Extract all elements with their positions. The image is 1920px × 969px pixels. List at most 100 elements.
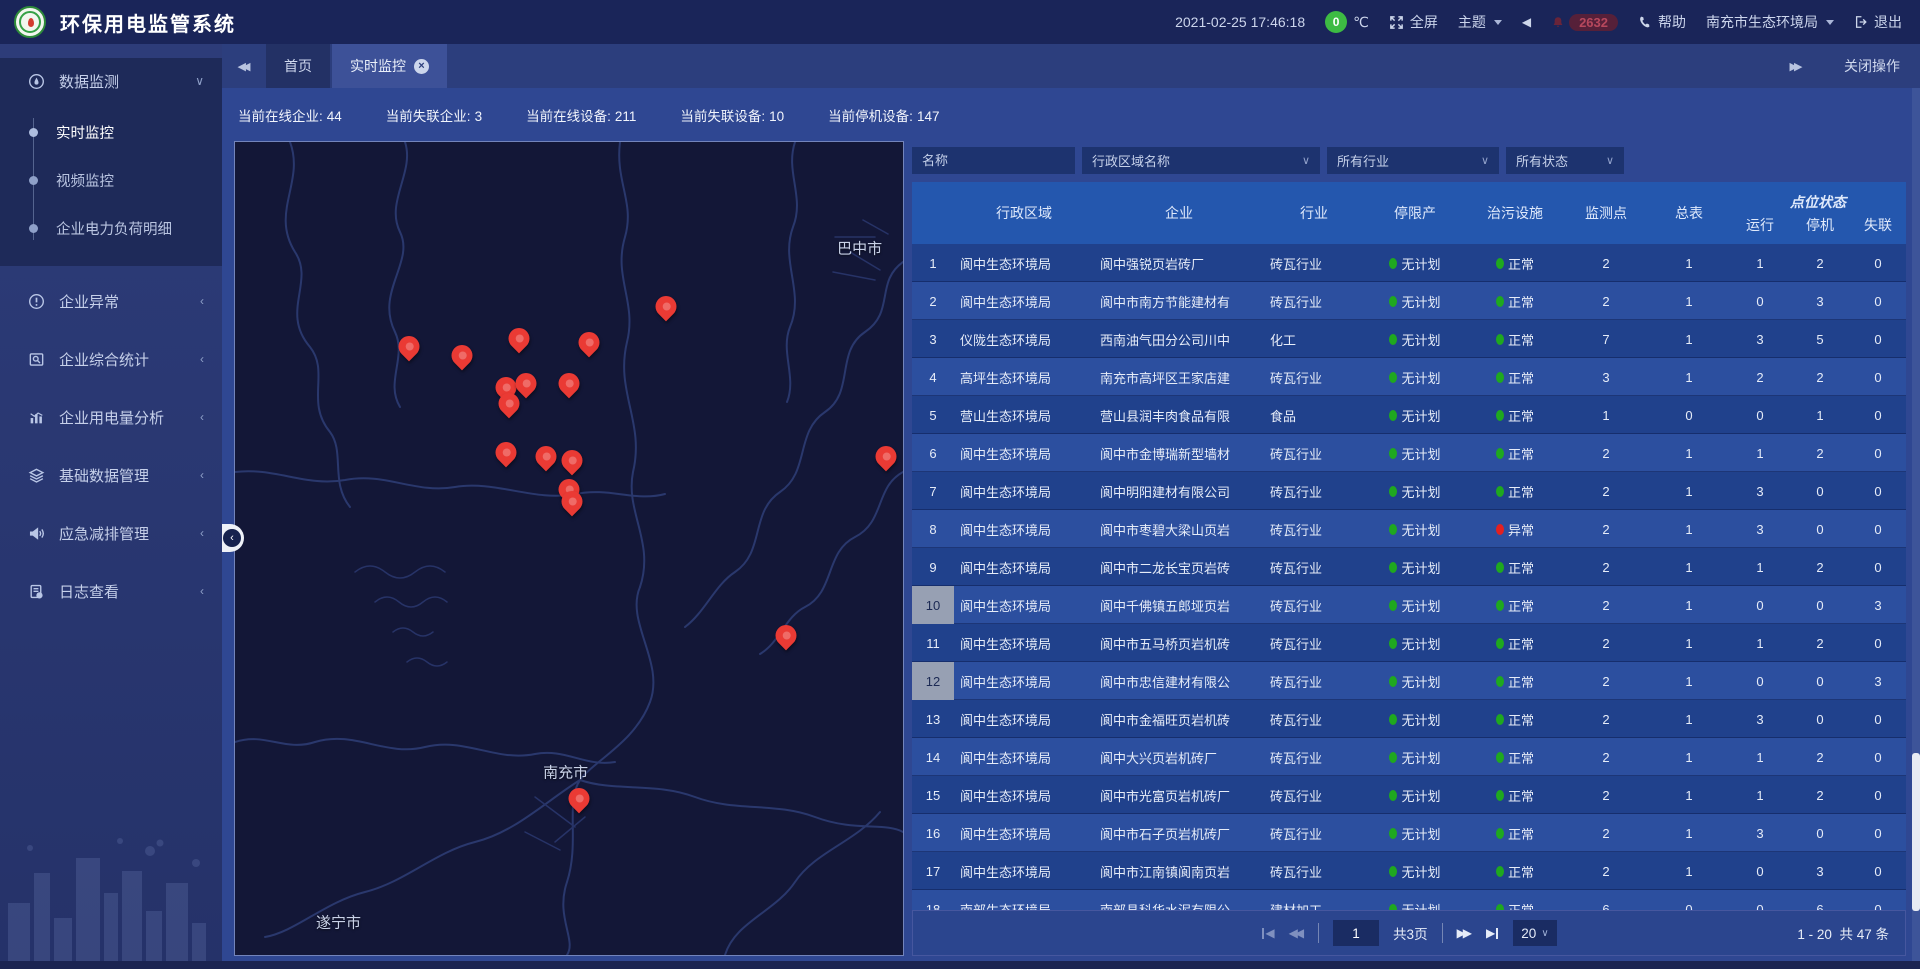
table-row[interactable]: 9阆中生态环境局阆中市二龙长宝页岩砖砖瓦行业无计划正常21120: [912, 548, 1906, 586]
sidebar-item-1[interactable]: 企业异常‹: [0, 278, 222, 324]
table-row[interactable]: 10阆中生态环境局阆中千佛镇五郎垭页岩砖瓦行业无计划正常21003: [912, 586, 1906, 624]
green-dot-icon: [1389, 524, 1397, 535]
sidebar-subitem-0[interactable]: 实时监控: [0, 108, 222, 156]
table-row[interactable]: 7阆中生态环境局阆中明阳建材有限公司砖瓦行业无计划正常21300: [912, 472, 1906, 510]
next-page-button[interactable]: ▶▶: [1457, 926, 1472, 940]
tabs-scroll-right-button[interactable]: ▶▶: [1774, 60, 1818, 73]
table-row[interactable]: 5营山生态环境局营山县润丰肉食品有限食品无计划正常10010: [912, 396, 1906, 434]
cell-rownum: 12: [912, 662, 954, 700]
cell-points: 2: [1564, 776, 1648, 814]
table-row[interactable]: 8阆中生态环境局阆中市枣碧大梁山页岩砖瓦行业无计划异常21300: [912, 510, 1906, 548]
last-page-button[interactable]: ▶: [1486, 926, 1499, 940]
col-limit: 停限产: [1364, 182, 1466, 244]
chevron-down-icon: ∨: [195, 74, 204, 88]
status-cell: 无计划: [1364, 434, 1466, 472]
app-header: 环保用电监管系统 2021-02-25 17:46:18 0 ℃ 全屏 主题 ◀: [0, 0, 1920, 44]
cell-industry: 砖瓦行业: [1264, 244, 1364, 282]
table-row[interactable]: 11阆中生态环境局阆中市五马桥页岩机砖砖瓦行业无计划正常21120: [912, 624, 1906, 662]
industry-select[interactable]: 所有行业 ∨: [1327, 147, 1499, 174]
name-search-input[interactable]: [912, 147, 1075, 174]
temperature-badge: 0: [1325, 11, 1347, 33]
status-cell: 正常: [1466, 282, 1564, 320]
sidebar-item-6[interactable]: 日志查看‹: [0, 568, 222, 614]
sidebar-item-3[interactable]: 企业用电量分析‹: [0, 394, 222, 440]
table-row[interactable]: 15阆中生态环境局阆中市光富页岩机砖厂砖瓦行业无计划正常21120: [912, 776, 1906, 814]
status-bar: 当前在线企业:44当前失联企业:3当前在线设备:211当前失联设备:10当前停机…: [222, 88, 1920, 141]
page-size-select[interactable]: 20 ∨: [1513, 920, 1556, 946]
cell-offline: 3: [1850, 586, 1906, 624]
prev-page-button[interactable]: ◀◀: [1289, 926, 1304, 940]
cell-offline: 3: [1850, 662, 1906, 700]
tab-首页[interactable]: 首页: [266, 44, 330, 88]
tabs-scroll-left-button[interactable]: ◀◀: [222, 44, 266, 88]
table-row[interactable]: 13阆中生态环境局阆中市金福旺页岩机砖砖瓦行业无计划正常21300: [912, 700, 1906, 738]
green-dot-icon: [1496, 562, 1504, 573]
cell-enterprise: 阆中明阳建材有限公司: [1094, 472, 1264, 510]
status-value: 211: [615, 109, 637, 124]
sidebar-item-2[interactable]: 企业综合统计‹: [0, 336, 222, 382]
table-row[interactable]: 1阆中生态环境局阆中强锐页岩砖厂砖瓦行业无计划正常21120: [912, 244, 1906, 282]
green-dot-icon: [1389, 600, 1397, 611]
status-item: 当前在线设备:211: [526, 105, 636, 125]
cell-meter: 1: [1648, 776, 1730, 814]
filter-bar: 行政区域名称 ∨ 所有行业 ∨ 所有状态 ∨: [912, 147, 1906, 174]
sidebar-item-4[interactable]: 基础数据管理‹: [0, 452, 222, 498]
status-cell: 无计划: [1364, 472, 1466, 510]
cell-enterprise: 阆中市南方节能建材有: [1094, 282, 1264, 320]
region-select[interactable]: 行政区域名称 ∨: [1082, 147, 1320, 174]
cell-enterprise: 阆中市二龙长宝页岩砖: [1094, 548, 1264, 586]
first-page-button[interactable]: ◀: [1261, 926, 1274, 940]
help-button[interactable]: 帮助: [1638, 12, 1686, 32]
cell-rownum: 8: [912, 510, 954, 548]
cell-run: 3: [1730, 700, 1790, 738]
table-row[interactable]: 17阆中生态环境局阆中市江南镇阆南页岩砖瓦行业无计划正常21030: [912, 852, 1906, 890]
cell-offline: 0: [1850, 244, 1906, 282]
notification-button[interactable]: 2632: [1551, 14, 1618, 31]
sidebar-item-5[interactable]: 应急减排管理‹: [0, 510, 222, 556]
green-dot-icon: [1496, 600, 1504, 611]
green-dot-icon: [1496, 486, 1504, 497]
pagination-summary: 1 - 20 共 47 条: [1797, 923, 1889, 943]
table-row[interactable]: 6阆中生态环境局阆中市金博瑞新型墙材砖瓦行业无计划正常21120: [912, 434, 1906, 472]
cell-offline: 0: [1850, 472, 1906, 510]
sidebar-subitem-2[interactable]: 企业电力负荷明细: [0, 204, 222, 252]
green-dot-icon: [1389, 790, 1397, 801]
cell-run: 3: [1730, 320, 1790, 358]
org-dropdown[interactable]: 南充市生态环境局: [1706, 12, 1834, 32]
cell-region: 高坪生态环境局: [954, 358, 1094, 396]
sidebar-subitem-1[interactable]: 视频监控: [0, 156, 222, 204]
total-pages-label: 共3页: [1393, 923, 1428, 943]
emergency-icon: [26, 525, 46, 542]
cell-run: 1: [1730, 738, 1790, 776]
status-select[interactable]: 所有状态 ∨: [1506, 147, 1624, 174]
main-content: 当前在线企业:44当前失联企业:3当前在线设备:211当前失联设备:10当前停机…: [222, 88, 1920, 969]
table-row[interactable]: 18南部生态环境局南部县科华水泥有限公建材加工无计划正常60060: [912, 890, 1906, 910]
cell-points: 2: [1564, 586, 1648, 624]
red-dot-icon: [1496, 524, 1504, 535]
theme-dropdown[interactable]: 主题: [1458, 12, 1502, 32]
table-row[interactable]: 2阆中生态环境局阆中市南方节能建材有砖瓦行业无计划正常21030: [912, 282, 1906, 320]
table-row[interactable]: 12阆中生态环境局阆中市忠信建材有限公砖瓦行业无计划正常21003: [912, 662, 1906, 700]
cell-meter: 1: [1648, 700, 1730, 738]
logout-button[interactable]: 退出: [1854, 12, 1902, 32]
scrollbar-thumb[interactable]: [1912, 753, 1920, 911]
map[interactable]: 巴中市南充市遂宁市: [234, 141, 904, 956]
table-row[interactable]: 4高坪生态环境局南充市高坪区王家店建砖瓦行业无计划正常31220: [912, 358, 1906, 396]
page-number-input[interactable]: 1: [1333, 920, 1379, 946]
table-row[interactable]: 16阆中生态环境局阆中市石子页岩机砖厂砖瓦行业无计划正常21300: [912, 814, 1906, 852]
cell-region: 阆中生态环境局: [954, 814, 1094, 852]
sidebar-item-0[interactable]: 数据监测∨: [0, 58, 222, 104]
cell-region: 南部生态环境局: [954, 890, 1094, 910]
sidebar: 数据监测∨实时监控视频监控企业电力负荷明细企业异常‹ 企业综合统计‹ 企业用电量分析…: [0, 44, 222, 969]
table-row[interactable]: 14阆中生态环境局阆中大兴页岩机砖厂砖瓦行业无计划正常21120: [912, 738, 1906, 776]
cell-stop: 2: [1790, 776, 1850, 814]
status-cell: 无计划: [1364, 852, 1466, 890]
tab-实时监控[interactable]: 实时监控×: [332, 44, 447, 88]
close-operations-button[interactable]: 关闭操作: [1844, 56, 1900, 76]
table-row[interactable]: 3仪陇生态环境局西南油气田分公司川中化工无计划正常71350: [912, 320, 1906, 358]
cell-run: 0: [1730, 396, 1790, 434]
announcement-toggle[interactable]: ◀: [1522, 15, 1531, 29]
status-text: 无计划: [1401, 406, 1440, 425]
fullscreen-button[interactable]: 全屏: [1389, 12, 1438, 32]
tab-close-icon[interactable]: ×: [414, 59, 429, 74]
